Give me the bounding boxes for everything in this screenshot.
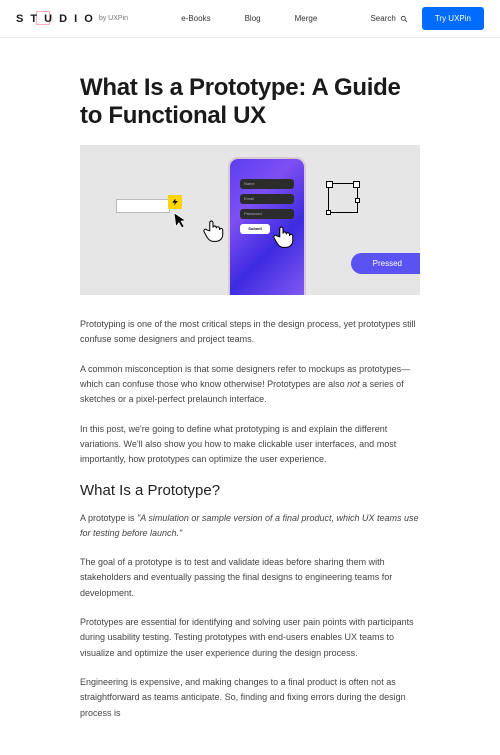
logo-text: S T U D I O [16,13,95,25]
bounding-box-icon [328,183,358,213]
header-right: Search Try UXPin [370,7,484,30]
bolt-icon [171,198,179,206]
article-title: What Is a Prototype: A Guide to Function… [80,74,420,129]
cursor-icon [173,210,190,233]
paragraph: Prototyping is one of the most critical … [80,317,420,348]
paragraph: In this post, we're going to define what… [80,422,420,468]
nav-merge[interactable]: Merge [295,14,318,23]
phone-field-email: Email [240,194,294,204]
article-body: Prototyping is one of the most critical … [80,317,420,721]
hero-illustration: Name Email Password Submit Pressed [80,145,420,295]
search-icon [400,15,408,23]
hero-energy-badge [168,195,182,209]
search-button[interactable]: Search [370,14,407,23]
try-uxpin-button[interactable]: Try UXPin [422,7,484,30]
primary-nav: e-Books Blog Merge [181,14,317,23]
text-run: A prototype is [80,513,137,523]
phone-field-password: Password [240,209,294,219]
paragraph: A common misconception is that some desi… [80,362,420,408]
logo[interactable]: S T U D I O by UXPin [16,13,128,25]
hand-pointer-icon [200,217,226,245]
section-heading: What Is a Prototype? [80,482,420,499]
nav-blog[interactable]: Blog [245,14,261,23]
phone-submit-button: Submit [240,224,270,234]
paragraph: A prototype is "A simulation or sample v… [80,511,420,542]
site-header: S T U D I O by UXPin e-Books Blog Merge … [0,0,500,38]
search-label: Search [370,14,395,23]
nav-ebooks[interactable]: e-Books [181,14,210,23]
pressed-button: Pressed [351,253,420,274]
hand-pointer-icon-2 [270,223,296,251]
phone-field-name: Name [240,179,294,189]
paragraph: Engineering is expensive, and making cha… [80,675,420,721]
text-emphasis: not [347,379,360,389]
article-main: What Is a Prototype: A Guide to Function… [80,38,420,755]
logo-byline: by UXPin [99,15,128,22]
hero-input-box [116,199,170,213]
paragraph: Prototypes are essential for identifying… [80,615,420,661]
paragraph: The goal of a prototype is to test and v… [80,555,420,601]
